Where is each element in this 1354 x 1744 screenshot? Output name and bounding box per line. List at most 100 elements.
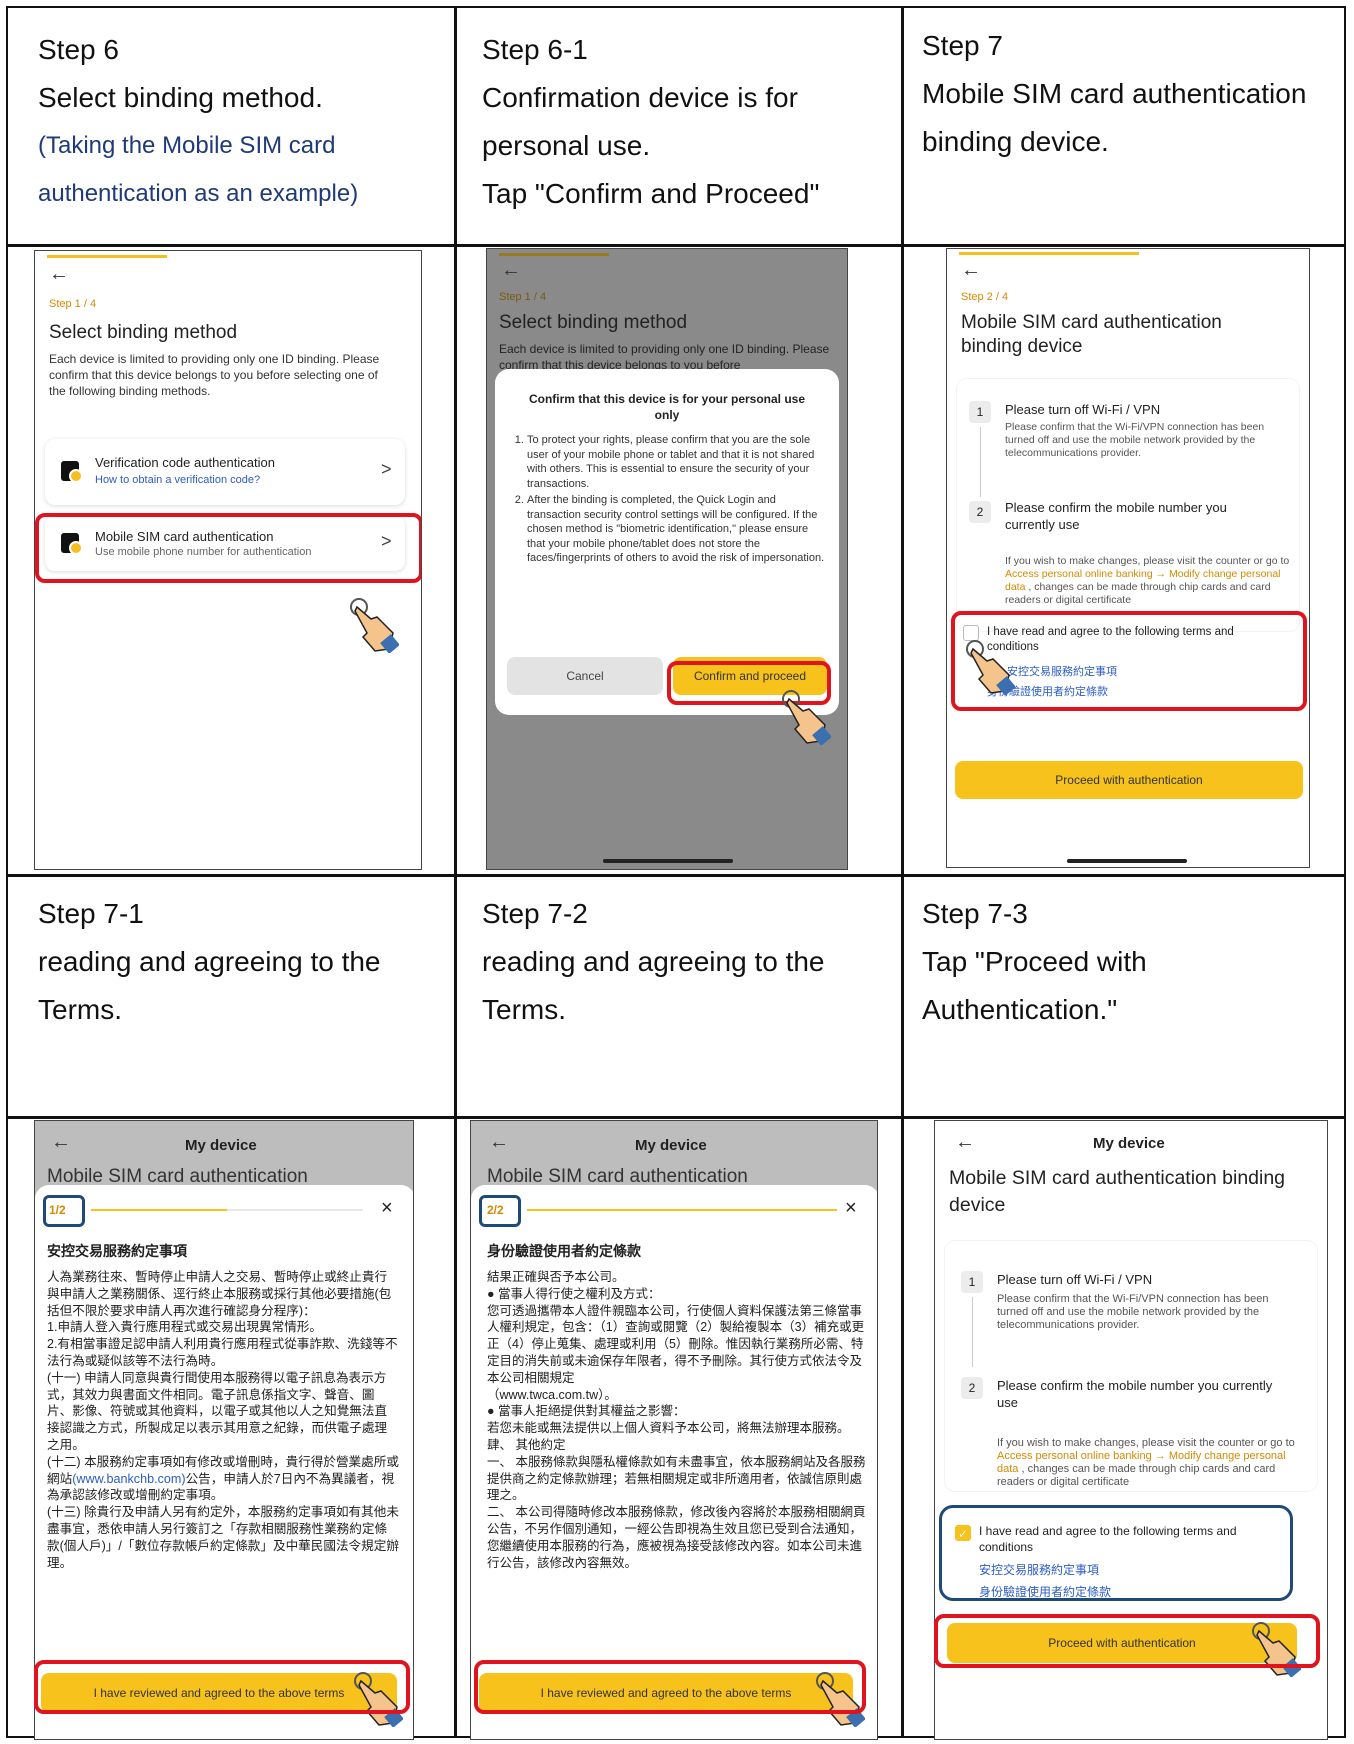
phone-screen-terms-2: ← My device Mobile SIM card authenticati…	[470, 1120, 878, 1740]
step-body: If you wish to make changes, please visi…	[997, 1437, 1295, 1488]
highlight-box	[35, 513, 421, 583]
verification-code-help-link[interactable]: How to obtain a verification code?	[95, 474, 260, 486]
highlight-box	[479, 1195, 521, 1227]
caption-line: Mobile SIM card authentication	[922, 78, 1307, 109]
caption-line: Terms.	[482, 994, 566, 1025]
reading-progress	[91, 1209, 363, 1211]
caption-step7-2: Step 7-2 reading and agreeing to the Ter…	[482, 890, 882, 1034]
caption-step6: Step 6 Select binding method. (Taking th…	[38, 26, 438, 218]
phone-screen-sim-binding: ← Step 2 / 4 Mobile SIM card authenticat…	[946, 248, 1310, 868]
terms-heading: 身份驗證使用者約定條款	[487, 1243, 641, 1259]
step-connector	[972, 1297, 973, 1367]
step-number: 1	[961, 1271, 983, 1293]
option-verification-code[interactable]: Verification code authentication How to …	[45, 439, 405, 505]
step-indicator: Step 1 / 4	[49, 298, 97, 310]
step-number: 1	[969, 401, 991, 423]
screen-description: Each device is limited to providing only…	[49, 352, 380, 398]
caption-line: Tap "Confirm and Proceed"	[482, 178, 820, 209]
caption-step-label: Step 6-1	[482, 34, 588, 65]
nav-title: My device	[635, 1137, 707, 1154]
step-heading: Please turn off Wi-Fi / VPN	[997, 1272, 1153, 1287]
close-icon[interactable]: ×	[381, 1197, 393, 1220]
grid-divider	[8, 244, 1344, 247]
terms-sheet: 2/2 × 身份驗證使用者約定條款 結果正確與否予本公司。 ● 當事人得行使之權…	[471, 1185, 877, 1739]
grid-divider	[8, 1116, 1344, 1119]
highlight-box	[939, 1505, 1293, 1601]
grid-divider	[454, 8, 457, 1736]
caption-step-label: Step 7-2	[482, 898, 588, 929]
progress-bar	[47, 255, 167, 258]
highlight-box	[34, 1660, 410, 1714]
step-heading: Please confirm the mobile number you cur…	[1005, 500, 1227, 532]
caption-step-label: Step 7-1	[38, 898, 144, 929]
grid-divider	[8, 874, 1344, 877]
dialog-title: Confirm that this device is for your per…	[528, 392, 806, 422]
back-arrow-icon: ←	[501, 259, 521, 281]
reading-progress	[527, 1209, 837, 1211]
back-arrow-icon[interactable]: ←	[489, 1131, 509, 1154]
nav-title: My device	[1093, 1135, 1165, 1152]
step-indicator: Step 1 / 4	[499, 291, 547, 303]
screen-title: Mobile SIM card authentication binding d…	[961, 312, 1222, 357]
tap-hand-icon	[782, 690, 831, 745]
back-arrow-icon[interactable]: ←	[51, 1131, 71, 1154]
progress-bar	[499, 253, 609, 256]
terms-heading: 安控交易服務約定事項	[47, 1243, 187, 1259]
back-arrow-icon[interactable]: ←	[955, 1131, 975, 1154]
step-indicator: Step 2 / 4	[961, 291, 1009, 303]
phone-screen-confirm-device: ← Step 1 / 4 Select binding method Each …	[486, 248, 848, 870]
screen-title: Mobile SIM card authentication binding d…	[949, 1167, 1286, 1216]
caption-step-label: Step 7-3	[922, 898, 1028, 929]
caption-step7-1: Step 7-1 reading and agreeing to the Ter…	[38, 890, 438, 1034]
tap-hand-icon	[966, 640, 1015, 695]
back-arrow-icon[interactable]: ←	[49, 263, 69, 286]
lock-phone-icon	[61, 461, 83, 483]
dialog-item: After the binding is completed, the Quic…	[527, 493, 829, 566]
instructions-card: 1 Please turn off Wi-Fi / VPN Please con…	[945, 1241, 1317, 1491]
caption-step-label: Step 7	[922, 30, 1003, 61]
dialog-list: To protect your rights, please confirm t…	[509, 433, 829, 568]
step-body: Please confirm that the Wi-Fi/VPN connec…	[1005, 421, 1265, 459]
caption-line: Confirmation device is for	[482, 82, 798, 113]
caption-note: authentication as an example)	[38, 180, 359, 207]
close-icon[interactable]: ×	[845, 1197, 857, 1220]
back-arrow-icon[interactable]: ←	[961, 259, 981, 282]
option-label: Verification code authentication	[95, 455, 275, 470]
screen-title: Select binding method	[49, 322, 238, 343]
caption-line: reading and agreeing to the	[482, 946, 825, 977]
caption-note: (Taking the Mobile SIM card	[38, 132, 336, 159]
screen-title: Select binding method	[499, 312, 688, 333]
highlight-box	[43, 1195, 85, 1227]
caption-line: reading and agreeing to the	[38, 946, 381, 977]
grid-divider	[901, 8, 904, 1736]
phone-screen-select-method: ← Step 1 / 4 Select binding method Each …	[34, 250, 422, 870]
step-body: If you wish to make changes, please visi…	[1005, 555, 1290, 606]
caption-line: Authentication."	[922, 994, 1118, 1025]
chevron-right-icon: >	[381, 459, 392, 479]
highlight-box	[474, 1660, 866, 1714]
progress-bar	[959, 252, 1139, 255]
dialog-item: To protect your rights, please confirm t…	[527, 433, 829, 491]
step-heading: Please confirm the mobile number you cur…	[997, 1378, 1273, 1410]
tap-hand-icon	[350, 598, 399, 653]
step-number: 2	[961, 1377, 983, 1399]
caption-line: personal use.	[482, 130, 651, 161]
step-connector	[980, 427, 981, 497]
caption-line: binding device.	[922, 126, 1109, 157]
highlight-box	[934, 1614, 1320, 1668]
cancel-button[interactable]: Cancel	[507, 657, 663, 695]
caption-step7: Step 7 Mobile SIM card authentication bi…	[922, 22, 1342, 166]
proceed-authentication-button[interactable]: Proceed with authentication	[955, 761, 1303, 799]
caption-step7-3: Step 7-3 Tap "Proceed with Authenticatio…	[922, 890, 1322, 1034]
caption-step-label: Step 6	[38, 34, 119, 65]
nav-title: My device	[185, 1137, 257, 1154]
caption-line: Tap "Proceed with	[922, 946, 1147, 977]
bank-website-link[interactable]: (www.bankchb.com)	[72, 1472, 185, 1486]
terms-body: 人為業務往來、暫時停止申請人之交易、暫時停止或終止貴行與申請人之業務關係、逕行終…	[47, 1270, 399, 1570]
caption-step6-1: Step 6-1 Confirmation device is for pers…	[482, 26, 882, 218]
home-indicator	[603, 859, 733, 863]
caption-line: Select binding method.	[38, 82, 323, 113]
step-number: 2	[969, 501, 991, 523]
home-indicator	[1067, 859, 1187, 863]
step-body: Please confirm that the Wi-Fi/VPN connec…	[997, 1293, 1269, 1331]
